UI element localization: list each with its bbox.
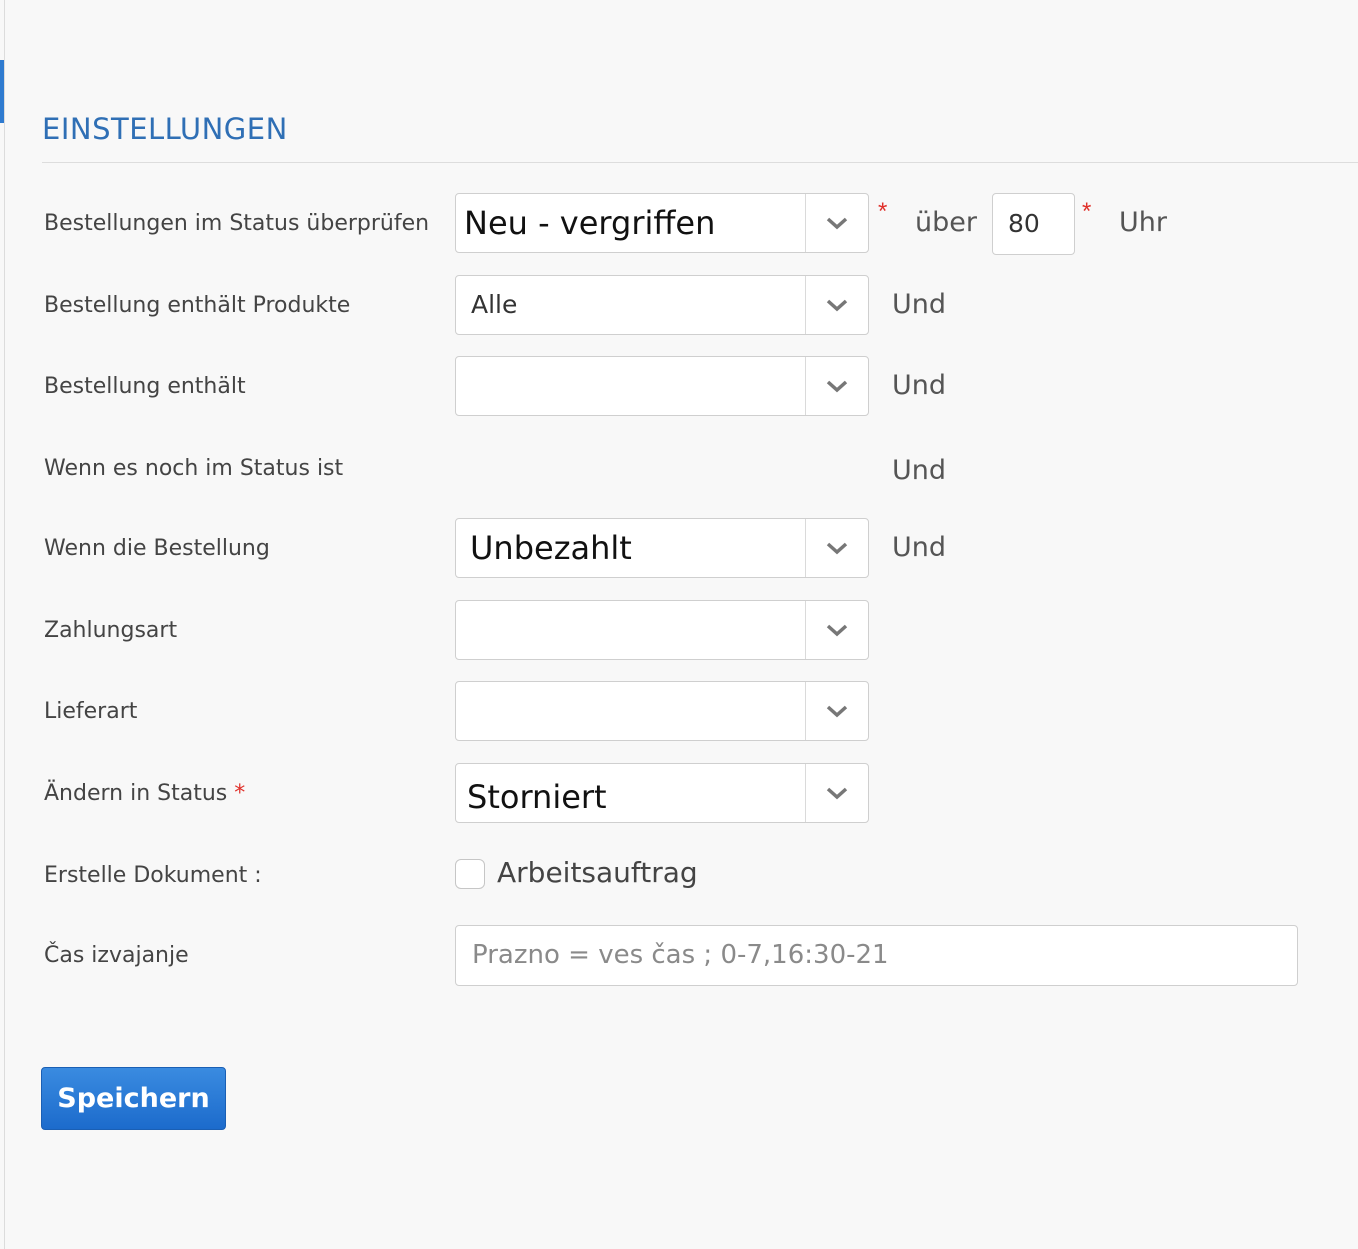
check-status-select[interactable]: Neu - vergriffen <box>455 193 869 253</box>
change-status-value: Storniert <box>467 778 607 816</box>
chevron-down-icon[interactable] <box>805 357 868 415</box>
left-border <box>4 0 5 1249</box>
save-button[interactable]: Speichern <box>41 1067 226 1130</box>
required-marker: * <box>878 198 888 225</box>
create-document-label: Erstelle Dokument : <box>44 863 262 888</box>
execution-time-input[interactable]: Prazno = ves čas ; 0-7,16:30-21 <box>455 925 1298 986</box>
required-marker: * <box>1082 198 1092 225</box>
hours-unit-label: Uhr <box>1119 207 1167 238</box>
payment-select[interactable] <box>455 600 869 660</box>
check-status-label: Bestellungen im Status überprüfen <box>44 211 430 236</box>
execution-time-label: Čas izvajanje <box>44 943 189 968</box>
payment-label: Zahlungsart <box>44 618 178 643</box>
and-label: Und <box>892 455 947 486</box>
chevron-down-icon[interactable] <box>805 519 868 577</box>
delivery-label: Lieferart <box>44 699 138 724</box>
required-marker: * <box>234 781 246 806</box>
change-status-label-text: Ändern in Status <box>44 781 228 806</box>
over-label: über <box>915 207 977 238</box>
and-label: Und <box>892 289 947 320</box>
section-title: EINSTELLUNGEN <box>42 112 288 146</box>
hours-input[interactable]: 80 <box>992 193 1075 255</box>
check-status-value: Neu - vergriffen <box>464 204 716 242</box>
chevron-down-icon[interactable] <box>805 764 868 822</box>
order-if-label: Wenn die Bestellung <box>44 536 270 561</box>
section-divider <box>42 162 1358 163</box>
chevron-down-icon[interactable] <box>805 682 868 740</box>
contains-products-select[interactable]: Alle <box>455 275 869 335</box>
chevron-down-icon[interactable] <box>805 194 868 252</box>
contains-select[interactable] <box>455 356 869 416</box>
chevron-down-icon[interactable] <box>805 276 868 334</box>
and-label: Und <box>892 532 947 563</box>
execution-time-placeholder: Prazno = ves čas ; 0-7,16:30-21 <box>472 940 889 970</box>
still-in-status-label: Wenn es noch im Status ist <box>44 456 344 481</box>
and-label: Und <box>892 370 947 401</box>
order-if-select[interactable]: Unbezahlt <box>455 518 869 578</box>
change-status-select[interactable]: Storniert <box>455 763 869 823</box>
change-status-label: Ändern in Status * <box>44 779 245 809</box>
work-order-checkbox-label[interactable]: Arbeitsauftrag <box>497 856 698 889</box>
chevron-down-icon[interactable] <box>805 601 868 659</box>
order-if-value: Unbezahlt <box>470 529 632 567</box>
contains-label: Bestellung enthält <box>44 374 246 399</box>
contains-products-value: Alle <box>471 290 518 319</box>
active-nav-indicator <box>0 60 4 123</box>
delivery-select[interactable] <box>455 681 869 741</box>
work-order-checkbox[interactable] <box>455 859 485 889</box>
contains-products-label: Bestellung enthält Produkte <box>44 293 351 318</box>
